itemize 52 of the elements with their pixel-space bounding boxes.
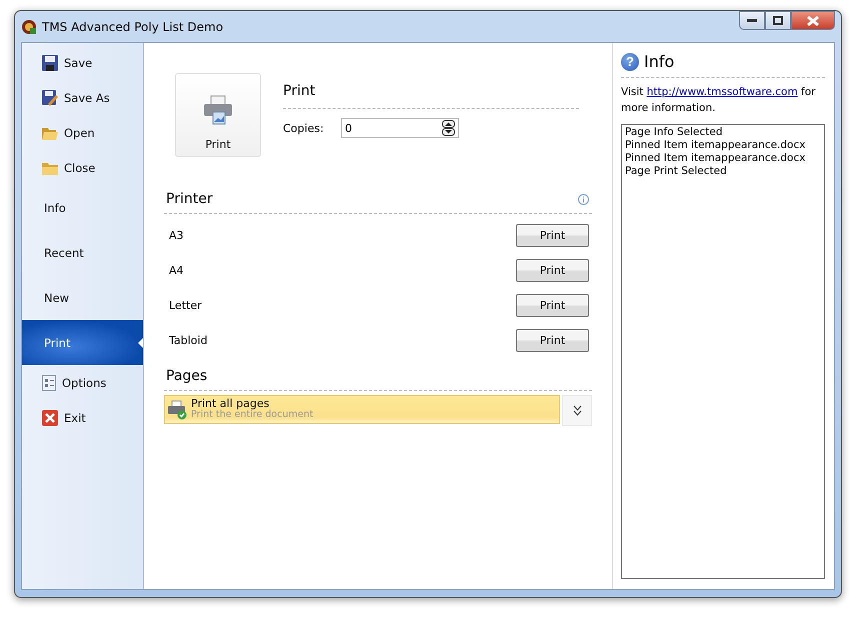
app-icon — [21, 18, 37, 34]
sidebar-item[interactable]: Options — [22, 365, 143, 400]
close-button[interactable] — [791, 11, 835, 30]
window-title: TMS Advanced Poly List Demo — [42, 20, 224, 34]
section-heading: Print — [283, 83, 316, 99]
printer-name: A4 — [169, 264, 184, 277]
close-icon — [42, 410, 58, 426]
log-entry: Pinned Item itemappearance.docx — [625, 152, 806, 165]
info-icon — [578, 194, 589, 204]
open-folder-icon — [42, 126, 58, 140]
printer-name: A3 — [169, 229, 184, 242]
print-button[interactable]: Print — [516, 329, 589, 352]
help-icon: ? — [621, 52, 639, 70]
sidebar-item[interactable]: Close — [22, 150, 143, 185]
print-button[interactable]: Print — [516, 294, 589, 317]
document-icon — [42, 374, 56, 390]
log-entry: Page Print Selected — [625, 165, 728, 178]
print-button[interactable]: Print — [516, 224, 589, 247]
website-link[interactable]: http://www.tmssoftware.com — [646, 86, 798, 98]
minimize-icon — [747, 18, 757, 22]
info-heading: Info — [644, 52, 674, 71]
sidebar-item[interactable]: Open — [22, 115, 143, 150]
folder-icon — [42, 160, 58, 174]
print-button[interactable]: Print — [175, 73, 261, 157]
print-button[interactable]: Print — [516, 259, 589, 282]
info-text: Visit http://www.tmssoftware.com for more information. — [621, 85, 816, 116]
spin-arrows-icon — [442, 120, 455, 136]
log-entry: Page Info Selected — [625, 126, 724, 139]
maximize-icon — [773, 16, 783, 25]
double-chevron-icon — [572, 405, 582, 416]
maximize-button[interactable] — [765, 11, 791, 30]
print-option-dropdown[interactable]: Print all pages Print the entire document — [164, 395, 560, 424]
floppy-pencil-icon — [42, 90, 58, 106]
expand-button[interactable] — [562, 395, 592, 426]
printer-name: Tabloid — [169, 334, 208, 347]
sidebar-item[interactable]: Save As — [22, 80, 143, 115]
sidebar-item[interactable]: Info — [22, 185, 143, 230]
sidebar-item[interactable]: Save — [22, 45, 143, 80]
minimize-button[interactable] — [739, 11, 765, 30]
printer-name: Letter — [169, 299, 202, 312]
section-heading: Printer — [166, 191, 213, 207]
log-entry: Pinned Item itemappearance.docx — [625, 139, 806, 152]
copies-field[interactable]: 0 — [341, 118, 459, 138]
sidebar-item[interactable]: Exit — [22, 400, 143, 435]
sidebar-item[interactable]: Recent — [22, 230, 143, 275]
close-icon — [807, 16, 819, 26]
printer-icon — [202, 94, 234, 126]
printer-check-icon — [167, 400, 187, 420]
copies-label: Copies: — [283, 122, 325, 134]
sidebar-item[interactable]: Print — [22, 320, 143, 365]
sidebar-item[interactable]: New — [22, 275, 143, 320]
section-heading: Pages — [166, 368, 208, 384]
